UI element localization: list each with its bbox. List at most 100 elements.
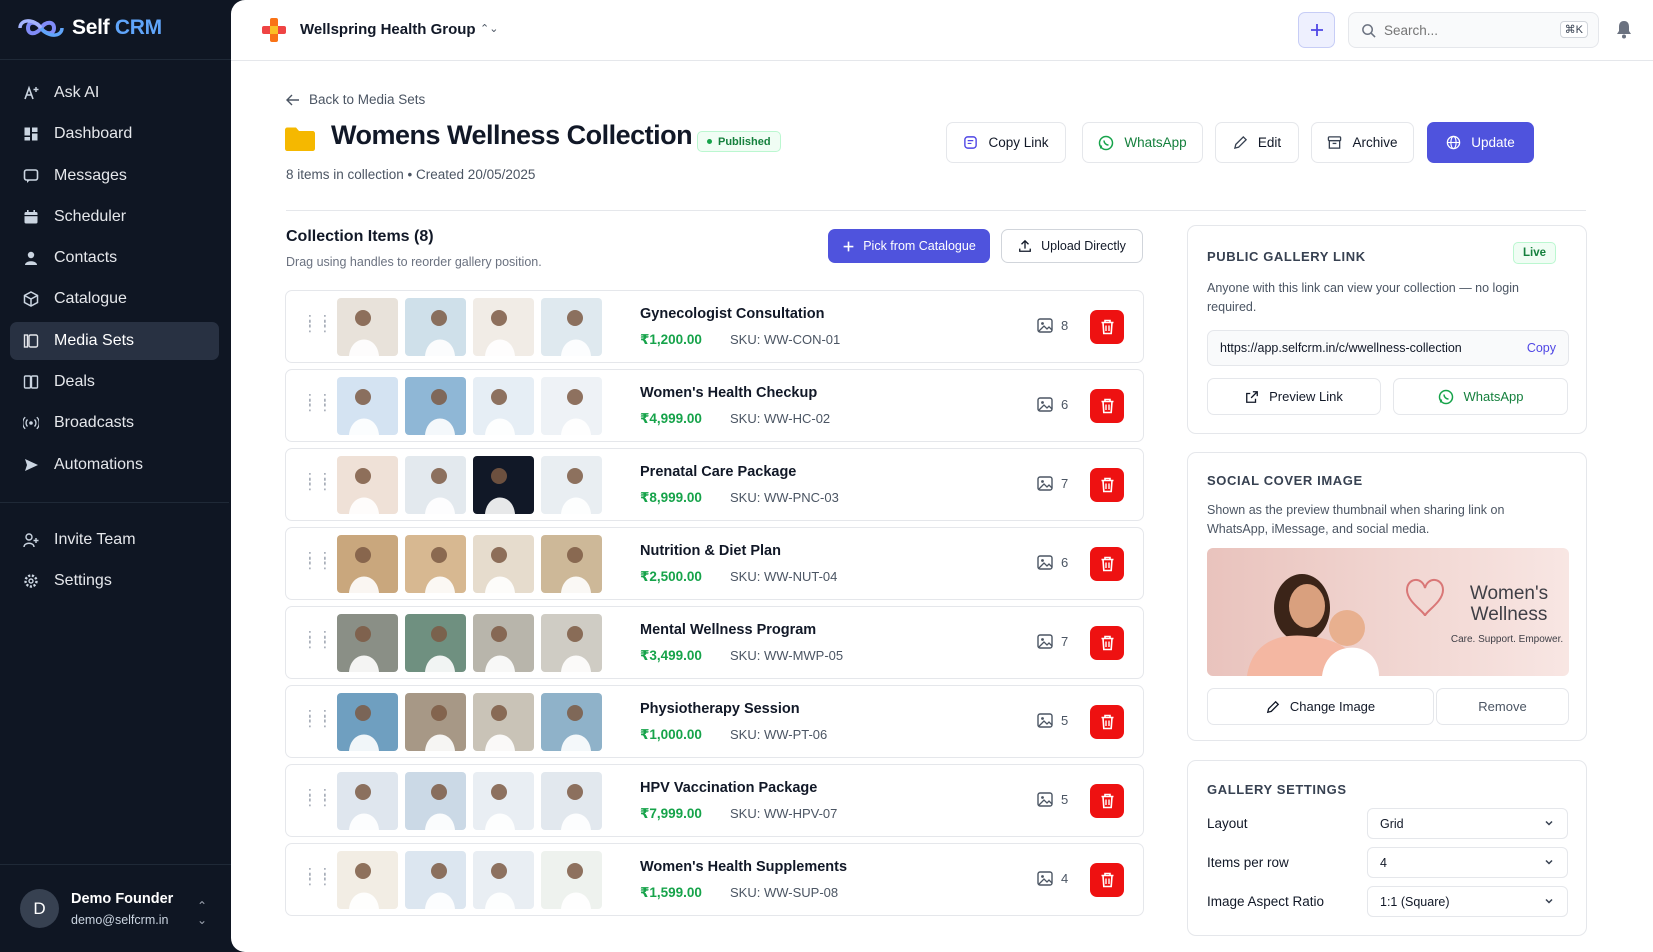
update-button[interactable]: Update <box>1427 122 1534 163</box>
sidebar-item-label: Invite Team <box>54 530 136 548</box>
items-per-row-select[interactable]: 4 <box>1367 847 1568 878</box>
sidebar-item-broadcasts[interactable]: Broadcasts <box>10 404 219 442</box>
image-icon <box>1037 634 1053 649</box>
sidebar-item-scheduler[interactable]: Scheduler <box>10 198 219 236</box>
delete-button[interactable] <box>1090 784 1124 818</box>
add-button[interactable] <box>1298 12 1335 48</box>
sidebar-item-dashboard[interactable]: Dashboard <box>10 115 219 153</box>
copy-link-button[interactable]: Copy Link <box>946 122 1066 163</box>
sidebar-item-messages[interactable]: Messages <box>10 157 219 195</box>
main-content: Wellspring Health Group ⌃⌄ ⌘K Back to Me… <box>231 0 1653 952</box>
delete-button[interactable] <box>1090 547 1124 581</box>
item-thumbnails <box>337 614 602 672</box>
drag-handle-icon[interactable]: ⋮⋮ ⋮⋮ <box>303 787 333 807</box>
calendar-icon <box>22 208 40 226</box>
sidebar-item-settings[interactable]: Settings <box>10 562 219 600</box>
drag-handle-icon[interactable]: ⋮⋮ ⋮⋮ <box>303 866 333 886</box>
image-count: 5 <box>1037 713 1068 728</box>
panel-heading: SOCIAL COVER IMAGE <box>1207 473 1363 488</box>
remove-image-button[interactable]: Remove <box>1436 688 1569 725</box>
brand[interactable]: Self CRM <box>16 14 162 42</box>
user-menu[interactable]: D Demo Founder demo@selfcrm.in ⌃ ⌄ <box>0 864 231 952</box>
sidebar-item-invite-team[interactable]: Invite Team <box>10 521 219 559</box>
gallery-url-field[interactable]: https://app.selfcrm.in/c/wwellness-colle… <box>1207 330 1569 366</box>
archive-icon <box>1328 136 1342 149</box>
aspect-ratio-select[interactable]: 1:1 (Square) <box>1367 886 1568 917</box>
delete-button[interactable] <box>1090 705 1124 739</box>
drag-handle-icon[interactable]: ⋮⋮ ⋮⋮ <box>303 708 333 728</box>
item-price: ₹8,999.00 <box>640 490 702 505</box>
item-thumbnails <box>337 456 602 514</box>
collection-item-row[interactable]: ⋮⋮ ⋮⋮ <box>285 290 1144 363</box>
item-price: ₹3,499.00 <box>640 648 702 663</box>
delete-button[interactable] <box>1090 863 1124 897</box>
sidebar-item-deals[interactable]: Deals <box>10 363 219 401</box>
copy-url-button[interactable]: Copy <box>1527 341 1556 355</box>
layout-select[interactable]: Grid <box>1367 808 1568 839</box>
whatsapp-button[interactable]: WhatsApp <box>1082 122 1203 163</box>
change-image-button[interactable]: Change Image <box>1207 688 1434 725</box>
collection-item-row[interactable]: ⋮⋮ ⋮⋮ <box>285 764 1144 837</box>
user-email: demo@selfcrm.in <box>71 912 169 927</box>
edit-button[interactable]: Edit <box>1215 122 1299 163</box>
trash-icon <box>1101 556 1113 572</box>
pencil-icon <box>1266 700 1280 713</box>
item-thumbnail <box>405 772 466 830</box>
item-price: ₹2,500.00 <box>640 569 702 584</box>
preview-link-button[interactable]: Preview Link <box>1207 378 1381 415</box>
collection-item-row[interactable]: ⋮⋮ ⋮⋮ <box>285 843 1144 916</box>
item-sku: SKU: WW-SUP-08 <box>730 885 839 900</box>
item-thumbnails <box>337 377 602 435</box>
delete-button[interactable] <box>1090 468 1124 502</box>
drag-handle-icon[interactable]: ⋮⋮ ⋮⋮ <box>303 471 333 491</box>
delete-button[interactable] <box>1090 310 1124 344</box>
org-name[interactable]: Wellspring Health Group <box>300 21 476 38</box>
sidebar-item-label: Deals <box>54 373 95 391</box>
item-thumbnail <box>405 851 466 909</box>
sidebar-item-contacts[interactable]: Contacts <box>10 239 219 277</box>
sidebar-item-media-sets[interactable]: Media Sets <box>10 321 219 360</box>
delete-button[interactable] <box>1090 626 1124 660</box>
chevron-down-icon <box>1545 820 1553 826</box>
medical-cross-logo-icon <box>262 18 286 42</box>
back-link[interactable]: Back to Media Sets <box>286 92 425 107</box>
collection-item-row[interactable]: ⋮⋮ ⋮⋮ <box>285 369 1144 442</box>
drag-handle-icon[interactable]: ⋮⋮ ⋮⋮ <box>303 629 333 649</box>
image-icon <box>1037 476 1053 491</box>
user-icon <box>22 249 40 267</box>
archive-button[interactable]: Archive <box>1311 122 1414 163</box>
collection-item-row[interactable]: ⋮⋮ ⋮⋮ <box>285 685 1144 758</box>
sidebar-item-catalogue[interactable]: Catalogue <box>10 280 219 318</box>
sidebar-nav: Ask AI Dashboard Messages Scheduler Cont… <box>0 74 229 603</box>
bell-icon[interactable] <box>1615 19 1633 39</box>
item-thumbnail <box>337 456 398 514</box>
drag-handle-icon[interactable]: ⋮⋮ ⋮⋮ <box>303 550 333 570</box>
item-price: ₹4,999.00 <box>640 411 702 426</box>
panel-heading: PUBLIC GALLERY LINK <box>1207 249 1366 264</box>
sidebar-item-ask-ai[interactable]: Ask AI <box>10 74 219 112</box>
external-link-icon <box>1246 390 1259 403</box>
share-whatsapp-button[interactable]: WhatsApp <box>1393 378 1568 415</box>
item-thumbnail <box>337 298 398 356</box>
collection-item-row[interactable]: ⋮⋮ ⋮⋮ <box>285 448 1144 521</box>
sidebar-item-automations[interactable]: Automations <box>10 446 219 484</box>
drag-handle-icon[interactable]: ⋮⋮ ⋮⋮ <box>303 313 333 333</box>
chevron-up-down-icon: ⌃ ⌄ <box>196 899 207 927</box>
sidebar: Self CRM Ask AI Dashboard Messages Sched… <box>0 0 231 952</box>
chevron-up-down-icon[interactable]: ⌃⌄ <box>480 22 498 35</box>
collection-item-row[interactable]: ⋮⋮ ⋮⋮ <box>285 606 1144 679</box>
status-dot <box>707 139 712 144</box>
item-thumbnail <box>405 693 466 751</box>
search-input[interactable] <box>1384 22 1544 38</box>
cover-title: Wellness <box>1471 604 1548 625</box>
messages-icon <box>22 167 40 185</box>
upload-directly-button[interactable]: Upload Directly <box>1001 229 1143 263</box>
item-price: ₹1,599.00 <box>640 885 702 900</box>
folder-icon <box>285 127 315 151</box>
item-thumbnail <box>337 535 398 593</box>
pick-from-catalogue-button[interactable]: Pick from Catalogue <box>828 229 990 263</box>
drag-handle-icon[interactable]: ⋮⋮ ⋮⋮ <box>303 392 333 412</box>
search-box[interactable]: ⌘K <box>1348 12 1599 48</box>
delete-button[interactable] <box>1090 389 1124 423</box>
collection-item-row[interactable]: ⋮⋮ ⋮⋮ <box>285 527 1144 600</box>
